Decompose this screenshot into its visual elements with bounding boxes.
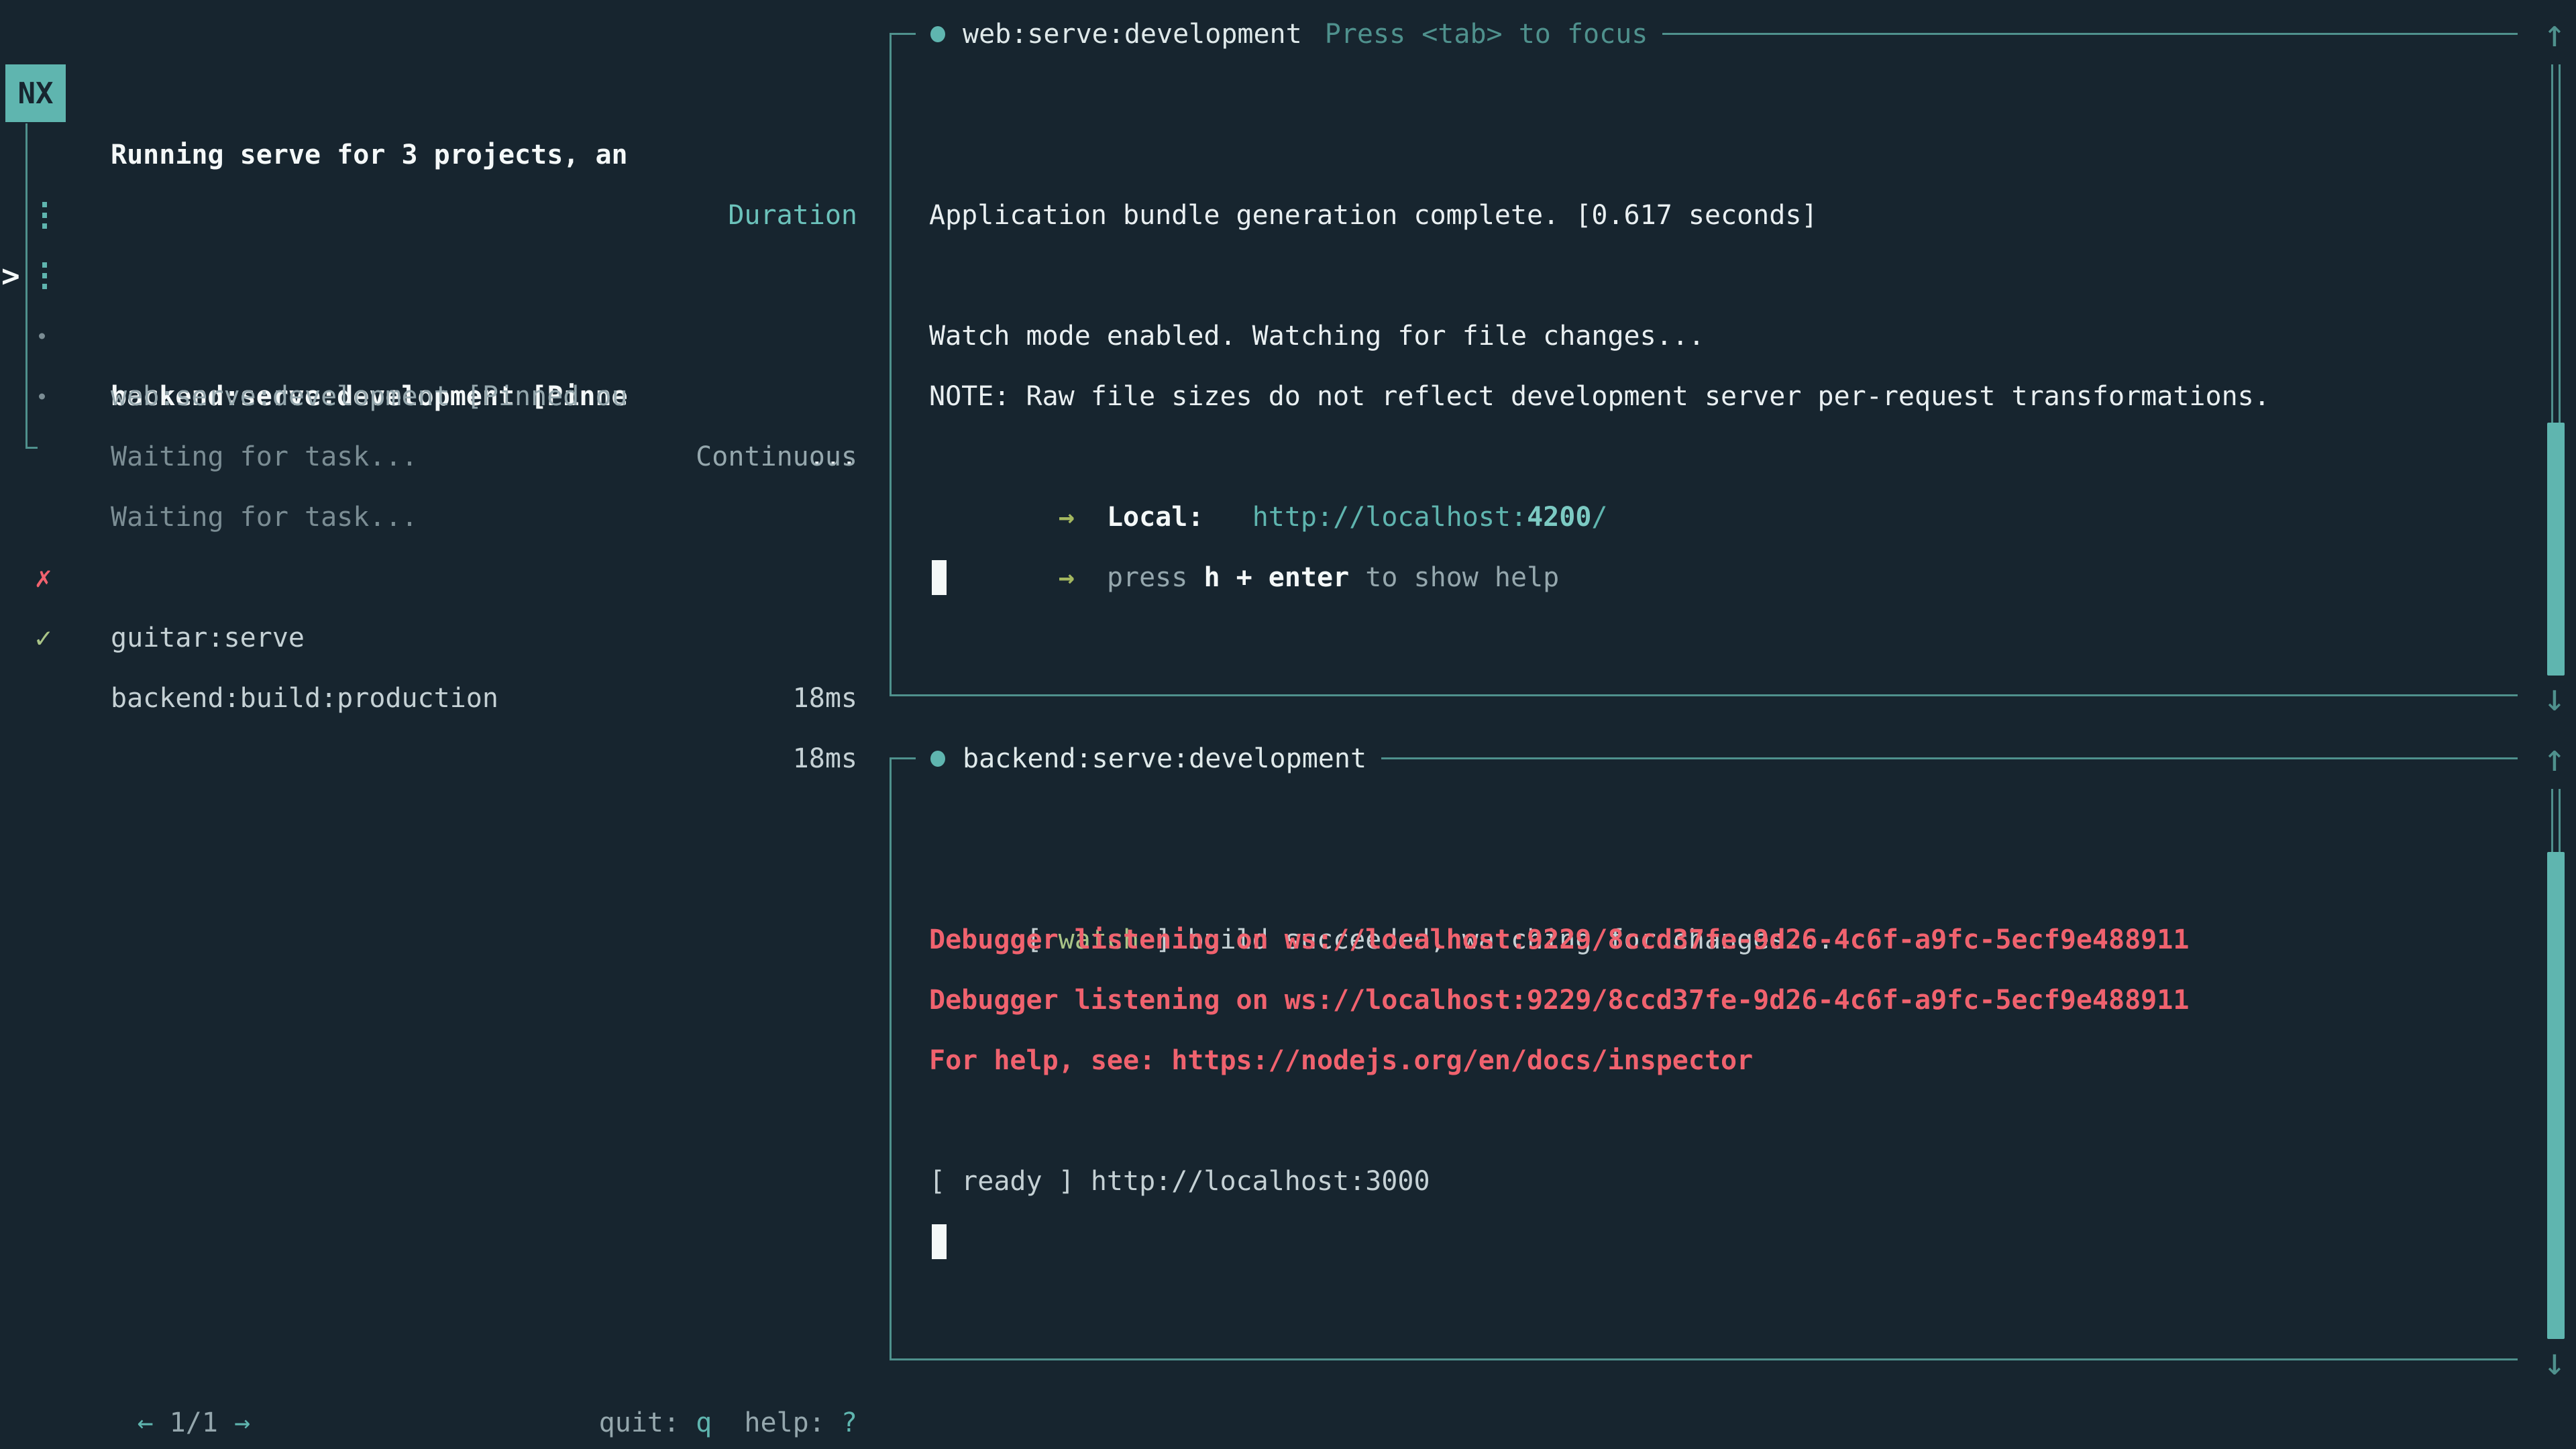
- log-line-note: NOTE: Raw file sizes do not reflect deve…: [929, 366, 2270, 427]
- quit-key: q: [696, 1407, 712, 1438]
- scroll-up-icon[interactable]: ↑: [2540, 4, 2569, 64]
- scrollbar-thumb[interactable]: [2547, 852, 2565, 1339]
- help-suffix: to show help: [1349, 562, 1559, 593]
- scroll-down-icon[interactable]: ↓: [2540, 1332, 2569, 1393]
- waiting-dot-icon: [39, 394, 45, 400]
- scrollbar-track[interactable]: [2551, 789, 2561, 852]
- task-name: guitar:serve: [111, 608, 305, 668]
- log-line-ready: [ ready ] http://localhost:3000: [929, 1151, 1430, 1212]
- log-line-inspector-link[interactable]: For help, see: https://nodejs.org/en/doc…: [929, 1030, 1753, 1091]
- pager-next-icon[interactable]: →: [234, 1407, 250, 1438]
- spinner-icon: [42, 202, 47, 229]
- task-name: Waiting for task...: [111, 427, 418, 487]
- waiting-dot-icon: [39, 333, 45, 339]
- pager-prev-icon[interactable]: ←: [138, 1407, 154, 1438]
- spinner-icon: [42, 262, 47, 289]
- task-list-title: Running serve for 3 projects, an: [111, 125, 628, 185]
- pane-title: web:serve:development: [963, 19, 1302, 50]
- localhost-4200-slash[interactable]: /: [1591, 502, 1607, 533]
- key-combo: h + enter: [1203, 562, 1349, 593]
- scrollbar-track[interactable]: [2551, 64, 2561, 423]
- running-dot-icon: [930, 26, 945, 42]
- press-label: press: [1107, 562, 1204, 593]
- gap: [1075, 562, 1107, 593]
- nx-terminal-ui: NX Running serve for 3 projects, an Dura…: [0, 0, 2576, 1449]
- help-key: ?: [841, 1407, 857, 1438]
- log-line-watch-succeeded: [ watch ] build succeeded, watching for …: [929, 849, 1834, 910]
- log-line-help-hint: → press h + enter to show help: [929, 487, 1559, 547]
- pane-header-backend-serve[interactable]: backend:serve:development: [916, 729, 1381, 789]
- pane-title: backend:serve:development: [963, 743, 1366, 774]
- task-row-backend-serve-development[interactable]: > backend:serve:development [Pinne ...: [0, 185, 890, 246]
- arrow-icon: →: [1059, 562, 1075, 593]
- terminal-pane-backend-serve: backend:serve:development [ watch ] buil…: [890, 757, 2518, 1360]
- pane-header-web-serve[interactable]: web:serve:development Press <tab> to foc…: [916, 4, 1662, 64]
- task-row-web-serve-development[interactable]: web:serve:development [Pinned ou Continu…: [0, 246, 890, 306]
- task-name: backend:build:production: [111, 668, 498, 729]
- quit-hint-label: quit:: [599, 1407, 696, 1438]
- task-row-waiting-2[interactable]: Waiting for task...: [0, 366, 890, 427]
- log-line-watch-mode: Watch mode enabled. Watching for file ch…: [929, 306, 1705, 366]
- scroll-down-icon[interactable]: ↓: [2540, 668, 2569, 729]
- task-row-guitar-serve[interactable]: ✗ guitar:serve 18ms: [0, 487, 890, 547]
- log-line-bundle-complete: Application bundle generation complete. …: [929, 185, 1818, 246]
- task-duration: Continuous: [696, 427, 857, 487]
- task-duration: 18ms: [793, 729, 857, 789]
- help-hint-label: help:: [712, 1407, 841, 1438]
- terminal-cursor: [932, 560, 947, 595]
- scroll-up-icon[interactable]: ↑: [2540, 729, 2569, 789]
- log-line-local-url: → Local: http://localhost:4200/: [929, 427, 1608, 487]
- task-row-backend-build-production[interactable]: ✓ backend:build:production 18ms: [0, 547, 890, 608]
- terminal-cursor: [932, 1224, 947, 1259]
- pager-indicator: 1/1: [154, 1407, 234, 1438]
- indent: [1026, 562, 1059, 593]
- sidebar-header-row: Running serve for 3 projects, an Duratio…: [0, 64, 890, 125]
- scrollbar-thumb[interactable]: [2547, 423, 2565, 676]
- success-check-icon: ✓: [35, 608, 52, 668]
- focus-hint: Press <tab> to focus: [1325, 19, 1648, 50]
- task-row-waiting-1[interactable]: Waiting for task...: [0, 306, 890, 366]
- terminal-pane-web-serve: web:serve:development Press <tab> to foc…: [890, 33, 2518, 696]
- log-line-debugger-1: Debugger listening on ws://localhost:922…: [929, 910, 2189, 970]
- keyboard-hints: quit: q help: ?: [0, 1332, 857, 1393]
- log-line-debugger-2: Debugger listening on ws://localhost:922…: [929, 970, 2189, 1030]
- running-dot-icon: [930, 751, 945, 767]
- task-duration: 18ms: [793, 668, 857, 729]
